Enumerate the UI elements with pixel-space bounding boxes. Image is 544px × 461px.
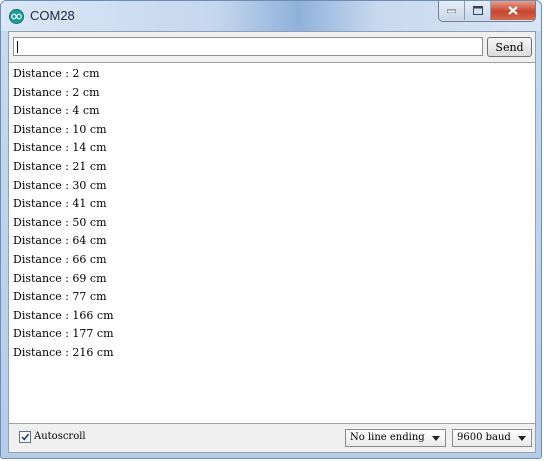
output-line: Distance : 4 cm: [13, 104, 100, 118]
send-button[interactable]: Send: [487, 37, 532, 57]
baud-rate-select[interactable]: 9600 baud: [452, 429, 532, 447]
text-caret: [17, 41, 18, 53]
output-line: Distance : 2 cm: [13, 85, 100, 99]
chevron-down-icon: [518, 436, 526, 441]
serial-output[interactable]: Distance : 2 cm Distance : 2 cm Distance :…: [9, 62, 535, 424]
output-line: Distance : 66 cm: [13, 253, 107, 266]
window-controls: [438, 1, 536, 22]
output-line: Distance : 21 cm: [13, 160, 107, 173]
checkmark-icon: [21, 433, 30, 441]
output-line: Distance : 216 cm: [13, 346, 114, 359]
autoscroll-label: Autoscroll: [34, 431, 86, 442]
close-button[interactable]: [491, 1, 535, 20]
output-line: Distance : 177 cm: [13, 327, 114, 341]
output-line: Distance : 166 cm: [13, 308, 114, 322]
baud-rate-value: 9600 baud: [457, 432, 511, 443]
serial-monitor-window: COM28 Send Distance : 2 cm Distance : 2 c…: [0, 0, 542, 459]
minimize-icon: [447, 9, 456, 13]
line-ending-value: No line ending: [350, 432, 425, 443]
footer-bar: Autoscroll No line ending 9600 baud: [9, 425, 535, 452]
close-icon: [508, 6, 518, 15]
output-line: Distance : 10 cm: [13, 122, 107, 136]
window-title: COM28: [30, 8, 75, 23]
monitor-client-area: Send Distance : 2 cm Distance : 2 cm Dista…: [8, 31, 536, 453]
output-line: Distance : 2 cm: [13, 67, 100, 80]
output-line: Distance : 64 cm: [13, 234, 107, 248]
output-line: Distance : 50 cm: [13, 215, 107, 229]
arduino-infinity-icon: [9, 9, 24, 24]
chevron-down-icon: [432, 436, 440, 441]
send-input[interactable]: [13, 37, 483, 56]
autoscroll-checkbox[interactable]: [19, 431, 31, 443]
minimize-button[interactable]: [439, 1, 465, 20]
output-line: Distance : 41 cm: [13, 197, 107, 211]
title-bar[interactable]: COM28: [1, 1, 541, 31]
line-ending-select[interactable]: No line ending: [345, 429, 446, 447]
maximize-button[interactable]: [465, 1, 491, 20]
maximize-icon: [472, 6, 483, 15]
output-line: Distance : 69 cm: [13, 271, 107, 285]
output-line: Distance : 14 cm: [13, 141, 107, 155]
output-line: Distance : 30 cm: [13, 178, 107, 192]
output-line: Distance : 77 cm: [13, 290, 107, 304]
